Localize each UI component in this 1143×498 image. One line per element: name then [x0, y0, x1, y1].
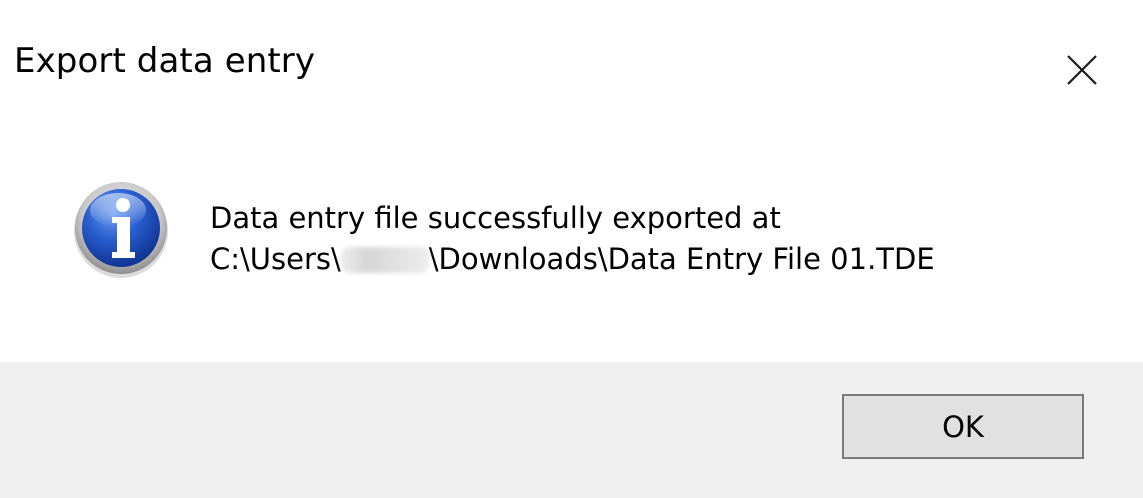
info-icon [72, 178, 170, 280]
export-dialog: Export data entry Data entry file succes… [0, 0, 1143, 498]
ok-button[interactable]: OK [842, 394, 1084, 459]
message-path-suffix: \Downloads\Data Entry File 01.TDE [428, 242, 935, 276]
message-line-2: C:\Users\ \Downloads\Data Entry File 01.T… [210, 239, 935, 280]
message-path-prefix: C:\Users\ [210, 242, 341, 276]
close-button[interactable] [1060, 48, 1104, 92]
message-text: Data entry file successfully exported at… [210, 198, 935, 280]
dialog-title: Export data entry [14, 41, 316, 81]
dialog-footer: OK [0, 362, 1143, 498]
message-line-1: Data entry file successfully exported at [210, 201, 781, 235]
redacted-username [340, 247, 429, 273]
close-icon [1067, 55, 1097, 85]
